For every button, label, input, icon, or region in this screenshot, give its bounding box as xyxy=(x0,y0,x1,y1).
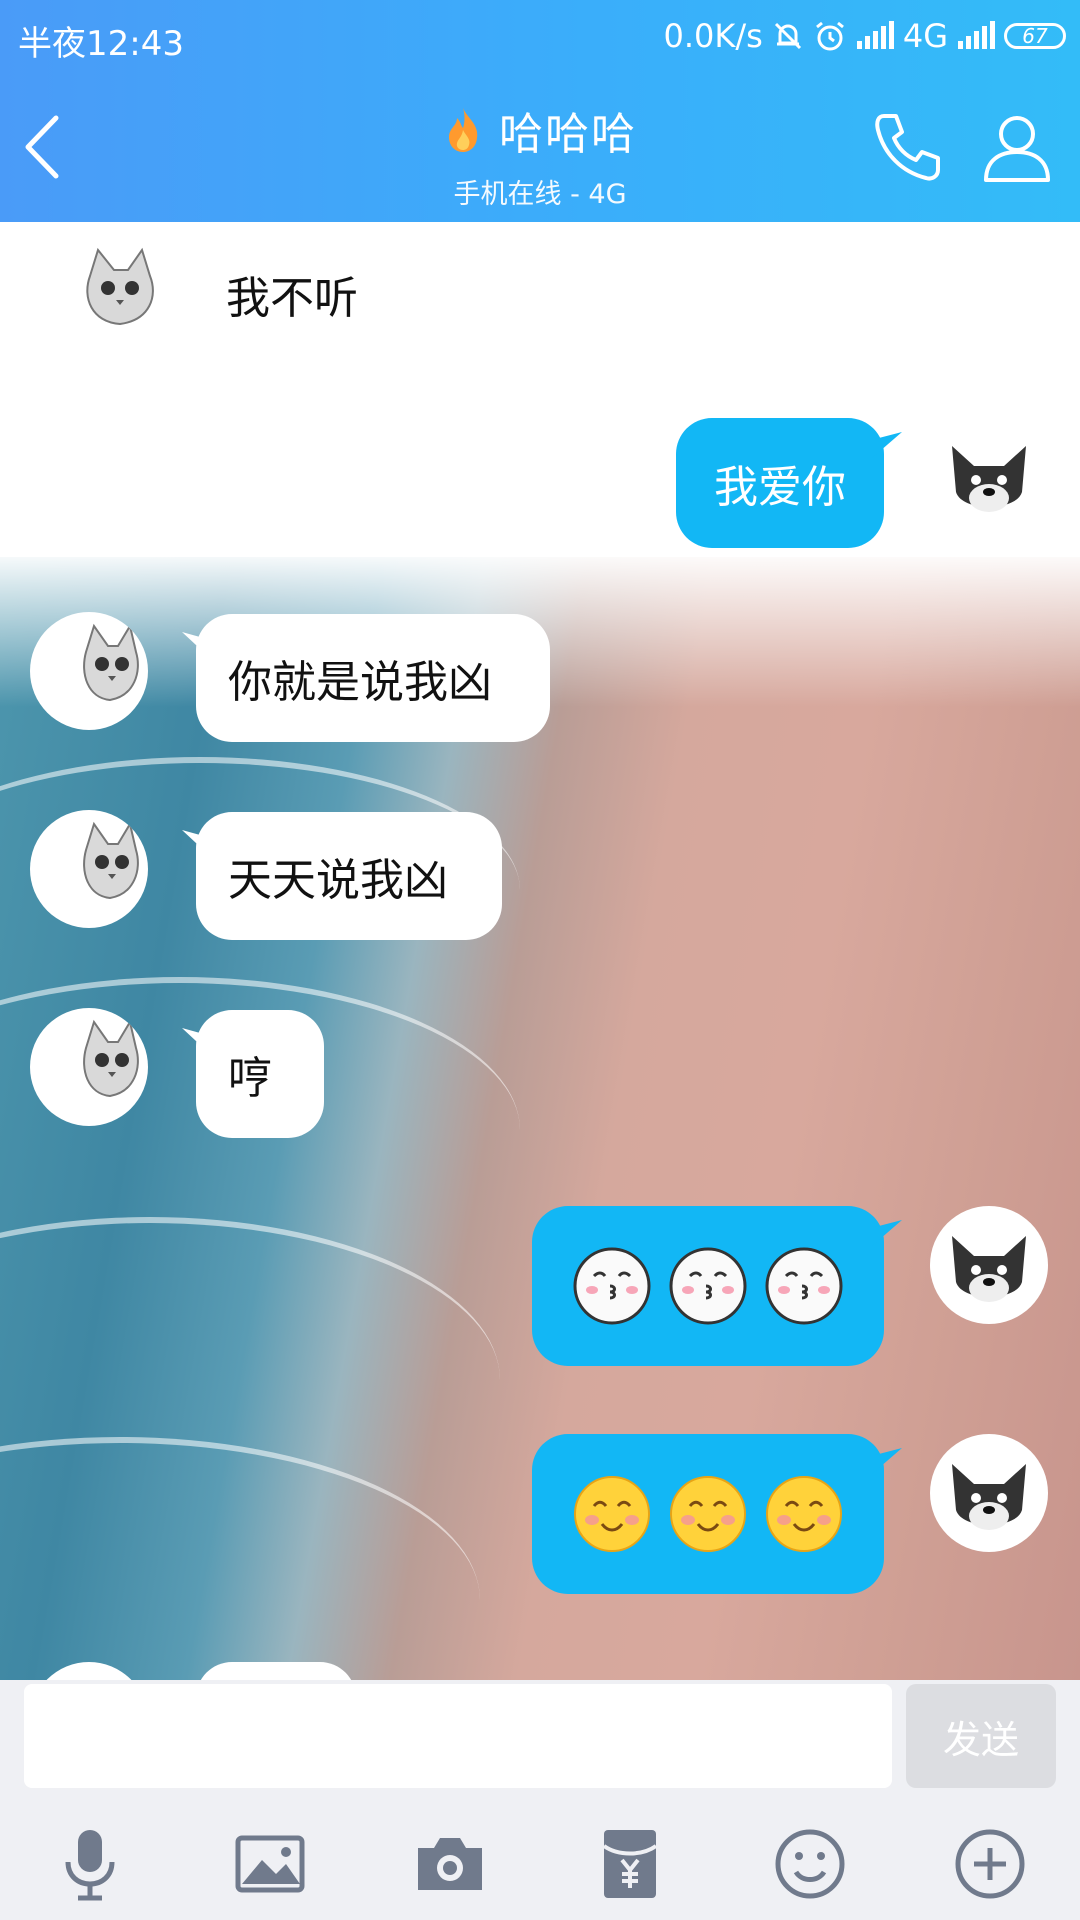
message-bubble-incoming[interactable]: 天天说我凶 xyxy=(196,812,502,940)
dog-icon xyxy=(952,1236,1026,1302)
message-bubble-incoming[interactable] xyxy=(196,1662,356,1680)
image-icon[interactable] xyxy=(230,1824,310,1904)
message-bubble-outgoing[interactable]: 我爱你 xyxy=(676,418,884,548)
message-bubble-outgoing[interactable] xyxy=(532,1434,884,1594)
my-avatar[interactable] xyxy=(930,1434,1048,1552)
cat-icon xyxy=(83,623,139,702)
signal-icon xyxy=(856,21,894,49)
smile-emoji xyxy=(574,1476,650,1552)
plus-icon[interactable] xyxy=(950,1824,1030,1904)
message-text: 天天说我凶 xyxy=(228,855,448,906)
network-type: 4G xyxy=(902,17,948,55)
message-text: 你就是说我凶 xyxy=(228,657,492,708)
red-packet-icon[interactable] xyxy=(590,1824,670,1904)
input-area: 发送 xyxy=(0,1680,1080,1920)
dog-icon xyxy=(952,446,1026,512)
message-bubble-outgoing[interactable] xyxy=(532,1206,884,1366)
profile-icon[interactable] xyxy=(978,108,1056,186)
message-text: 我不听 xyxy=(226,273,358,324)
message-bubble-incoming[interactable]: 哼 xyxy=(196,1010,324,1138)
cat-icon xyxy=(86,247,154,326)
message-input[interactable] xyxy=(24,1684,892,1788)
battery-level: 67 xyxy=(1022,24,1048,48)
microphone-icon[interactable] xyxy=(50,1824,130,1904)
my-avatar[interactable] xyxy=(930,422,1048,540)
status-bar: 半夜12:43 0.0K/s 4G 67 xyxy=(0,0,1080,74)
send-button[interactable]: 发送 xyxy=(906,1684,1056,1788)
chat-title[interactable]: 哈哈哈 xyxy=(499,98,637,162)
camera-icon[interactable] xyxy=(410,1824,490,1904)
kiss-emoji xyxy=(765,1247,843,1325)
contact-avatar[interactable] xyxy=(30,810,148,928)
message-text: 我爱你 xyxy=(714,462,846,513)
flame-icon xyxy=(449,108,478,152)
alarm-icon xyxy=(815,21,844,51)
smile-emoji xyxy=(670,1476,746,1552)
contact-avatar[interactable] xyxy=(30,612,148,730)
battery-indicator: 67 xyxy=(1004,23,1066,49)
message-text: 哼 xyxy=(228,1053,272,1104)
emoji-icon[interactable] xyxy=(770,1824,850,1904)
kiss-emoji xyxy=(669,1247,747,1325)
cat-icon xyxy=(83,1019,139,1098)
mute-bell-icon xyxy=(774,22,801,50)
chat-header: 半夜12:43 0.0K/s 4G 67 哈哈哈 手机在线 - 4G xyxy=(0,0,1080,222)
signal-icon-2 xyxy=(958,21,995,49)
contact-avatar[interactable] xyxy=(30,1008,148,1126)
phone-call-icon[interactable] xyxy=(870,108,948,186)
message-bubble-incoming[interactable]: 你就是说我凶 xyxy=(196,614,550,742)
status-time: 半夜12:43 xyxy=(18,24,184,64)
cat-icon xyxy=(83,821,139,900)
chat-message-list[interactable]: 我不听 我爱你 你就是说我凶 天天说我凶 哼 xyxy=(0,222,1080,1680)
kiss-emoji xyxy=(573,1247,651,1325)
dog-icon xyxy=(952,1464,1026,1530)
contact-avatar[interactable] xyxy=(58,236,176,354)
input-toolbar xyxy=(0,1824,1080,1920)
smile-emoji xyxy=(766,1476,842,1552)
my-avatar[interactable] xyxy=(930,1206,1048,1324)
network-speed: 0.0K/s xyxy=(663,17,763,55)
status-indicators: 0.0K/s 4G 67 xyxy=(664,14,1066,58)
